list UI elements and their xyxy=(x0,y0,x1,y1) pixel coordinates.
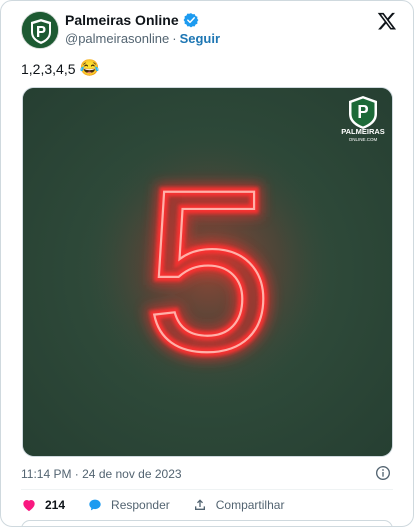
tweet-media-image[interactable]: PALMEIRAS ONLINE.COM 5 5 5 xyxy=(22,87,393,457)
follow-button[interactable]: Seguir xyxy=(180,31,220,46)
tweet-text: 1,2,3,4,5 xyxy=(21,61,76,77)
heart-icon xyxy=(23,500,35,512)
divider xyxy=(21,489,393,490)
author-name[interactable]: Palmeiras Online xyxy=(65,12,179,28)
laughing-emoji-icon: 😂 xyxy=(79,60,100,77)
palmeiras-crest-icon xyxy=(22,12,58,48)
tweet-timestamp[interactable]: 11:14 PM · 24 de nov de 2023 xyxy=(21,467,182,481)
reply-label: Responder xyxy=(111,498,170,512)
svg-text:5: 5 xyxy=(145,142,273,399)
author-handle-row: @palmeirasonline · Seguir xyxy=(65,31,220,46)
tweet-actions: 214 Responder Compartilhar xyxy=(21,497,306,513)
share-label: Compartilhar xyxy=(215,498,285,512)
like-count: 214 xyxy=(45,498,66,512)
tweet-header: Palmeiras Online @palmeirasonline · Segu… xyxy=(21,9,401,49)
author-handle[interactable]: @palmeirasonline xyxy=(65,31,169,46)
neon-number: 5 5 5 xyxy=(137,134,281,407)
watermark-sub: ONLINE.COM xyxy=(349,137,378,142)
watermark-brand: PALMEIRAS xyxy=(341,127,385,136)
handle-separator: · xyxy=(172,31,177,46)
tweet-text-row: 1,2,3,4,5 😂 xyxy=(21,60,100,78)
author-name-row: Palmeiras Online xyxy=(65,12,199,28)
share-icon xyxy=(194,499,205,510)
neon-five-image: PALMEIRAS ONLINE.COM 5 5 5 xyxy=(23,88,392,456)
like-button[interactable]: 214 xyxy=(21,497,65,513)
share-button[interactable]: Compartilhar xyxy=(192,497,285,513)
read-replies-button[interactable] xyxy=(21,520,393,526)
reply-bubble-icon xyxy=(89,499,101,511)
reply-button[interactable]: Responder xyxy=(87,497,170,513)
x-logo-icon[interactable] xyxy=(377,11,397,31)
tweet-card: Palmeiras Online @palmeirasonline · Segu… xyxy=(0,0,414,527)
info-icon[interactable] xyxy=(375,465,391,481)
verified-badge-icon xyxy=(183,12,199,28)
avatar[interactable] xyxy=(21,11,59,49)
